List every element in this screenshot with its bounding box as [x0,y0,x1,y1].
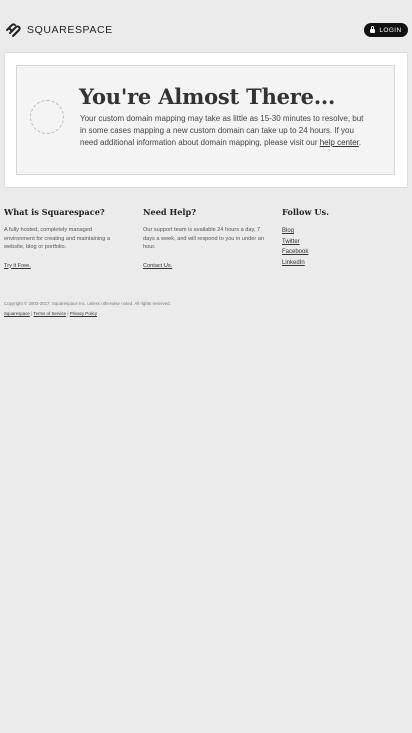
message-end: . [358,138,362,147]
footer-follow-column: Follow Us. Blog Twitter Facebook LinkedI… [282,206,392,268]
footer-help-column: Need Help? Our support team is available… [143,206,269,270]
linkedin-link[interactable]: LinkedIn [282,258,392,269]
logo[interactable]: SQUARESPACE [5,22,113,38]
login-button[interactable]: LOGIN [364,23,408,37]
contact-us-link[interactable]: Contact Us. [143,262,269,271]
header: SQUARESPACE LOGIN [0,0,412,60]
blog-link[interactable]: Blog [282,226,392,237]
lock-icon [370,25,376,33]
help-center-link[interactable]: help center [320,138,359,147]
what-title: What is Squarespace? [4,207,105,217]
copyright: Copyright © 2003-2017, Squarespace Inc. … [4,301,171,306]
terms-link[interactable]: Terms of Service [33,311,66,316]
footer-what-column: What is Squarespace? A fully hosted, com… [4,206,122,270]
squarespace-logo-icon [6,23,21,37]
loading-spinner-icon [30,100,64,134]
help-title: Need Help? [143,207,197,217]
legal-links: Squarespace | Terms of Service | Privacy… [4,311,97,316]
privacy-link[interactable]: Privacy Policy [70,311,97,316]
twitter-link[interactable]: Twitter [282,237,392,248]
status-message: Your custom domain mapping may take as l… [80,113,370,149]
help-text: Our support team is available 24 hours a… [143,227,264,250]
what-text: A fully hosted, completely managed envir… [4,227,111,250]
login-label: LOGIN [379,26,402,34]
page-title: You're Almost There... [79,84,336,109]
squarespace-link[interactable]: Squarespace [4,311,30,316]
try-free-link[interactable]: Try it Free. [4,262,122,271]
follow-title: Follow Us. [282,207,330,217]
logo-text: SQUARESPACE [27,24,113,36]
facebook-link[interactable]: Facebook [282,247,392,258]
